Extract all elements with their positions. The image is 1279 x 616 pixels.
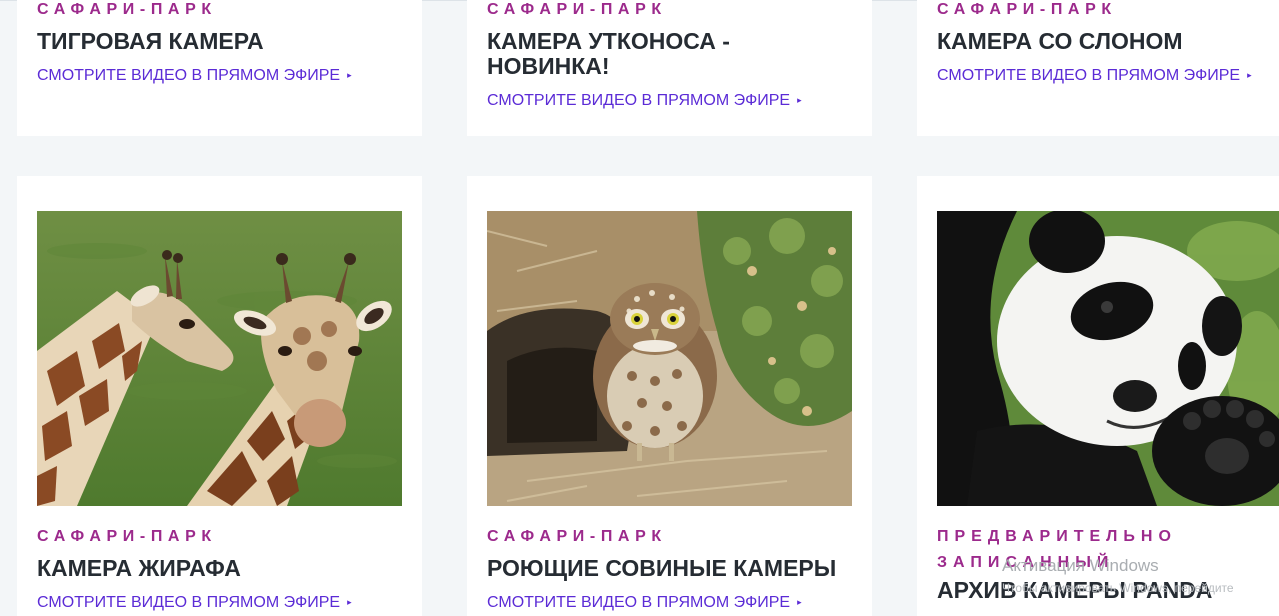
arrow-right-icon: ▸ bbox=[347, 597, 352, 607]
giraffes-photo[interactable] bbox=[37, 211, 402, 506]
card-title[interactable]: КАМЕРА ЖИРАФА bbox=[37, 556, 402, 581]
card-category: САФАРИ-ПАРК bbox=[937, 1, 1117, 18]
watch-live-link[interactable]: СМОТРИТЕ ВИДЕО В ПРЯМОМ ЭФИРЕ ▸ bbox=[487, 90, 802, 111]
card-title[interactable]: ТИГРОВАЯ КАМЕРА bbox=[37, 29, 402, 54]
panda-photo[interactable] bbox=[937, 211, 1279, 506]
arrow-right-icon: ▸ bbox=[347, 70, 352, 80]
card-category: САФАРИ-ПАРК bbox=[37, 528, 217, 545]
watch-live-link[interactable]: СМОТРИТЕ ВИДЕО В ПРЯМОМ ЭФИРЕ ▸ bbox=[937, 65, 1252, 86]
card-title[interactable]: КАМЕРА УТКОНОСА - НОВИНКА! bbox=[487, 29, 787, 79]
arrow-right-icon: ▸ bbox=[1247, 70, 1252, 80]
card-elephant-camera[interactable]: САФАРИ-ПАРК КАМЕРА СО СЛОНОМ СМОТРИТЕ ВИ… bbox=[917, 0, 1279, 136]
windows-activation-hint: Чтобы активировать Windows, перейдите bbox=[1002, 581, 1234, 595]
card-category: САФАРИ-ПАРК bbox=[487, 528, 667, 545]
windows-activation-watermark: Активация Windows bbox=[1002, 556, 1159, 575]
arrow-right-icon: ▸ bbox=[797, 95, 802, 105]
card-tiger-camera[interactable]: САФАРИ-ПАРК ТИГРОВАЯ КАМЕРА СМОТРИТЕ ВИД… bbox=[17, 0, 422, 136]
watch-live-link[interactable]: СМОТРИТЕ ВИДЕО В ПРЯМОМ ЭФИРЕ ▸ bbox=[37, 65, 352, 86]
burrowing-owl-photo[interactable] bbox=[487, 211, 852, 506]
card-giraffe-camera[interactable]: САФАРИ-ПАРК КАМЕРА ЖИРАФА СМОТРИТЕ ВИДЕО… bbox=[17, 176, 422, 616]
card-platypus-camera[interactable]: САФАРИ-ПАРК КАМЕРА УТКОНОСА - НОВИНКА! С… bbox=[467, 0, 872, 136]
card-category: САФАРИ-ПАРК bbox=[487, 1, 667, 18]
card-title[interactable]: КАМЕРА СО СЛОНОМ bbox=[937, 29, 1279, 54]
arrow-right-icon: ▸ bbox=[797, 597, 802, 607]
card-category: САФАРИ-ПАРК bbox=[37, 1, 217, 18]
card-panda-archive[interactable]: ПРЕДВАРИТЕЛЬНО ЗАПИСАННЫЙ АРХИВ КАМЕРЫ P… bbox=[917, 176, 1279, 616]
card-title[interactable]: РОЮЩИЕ СОВИНЫЕ КАМЕРЫ bbox=[487, 556, 852, 581]
card-owl-camera[interactable]: САФАРИ-ПАРК РОЮЩИЕ СОВИНЫЕ КАМЕРЫ СМОТРИ… bbox=[467, 176, 872, 616]
